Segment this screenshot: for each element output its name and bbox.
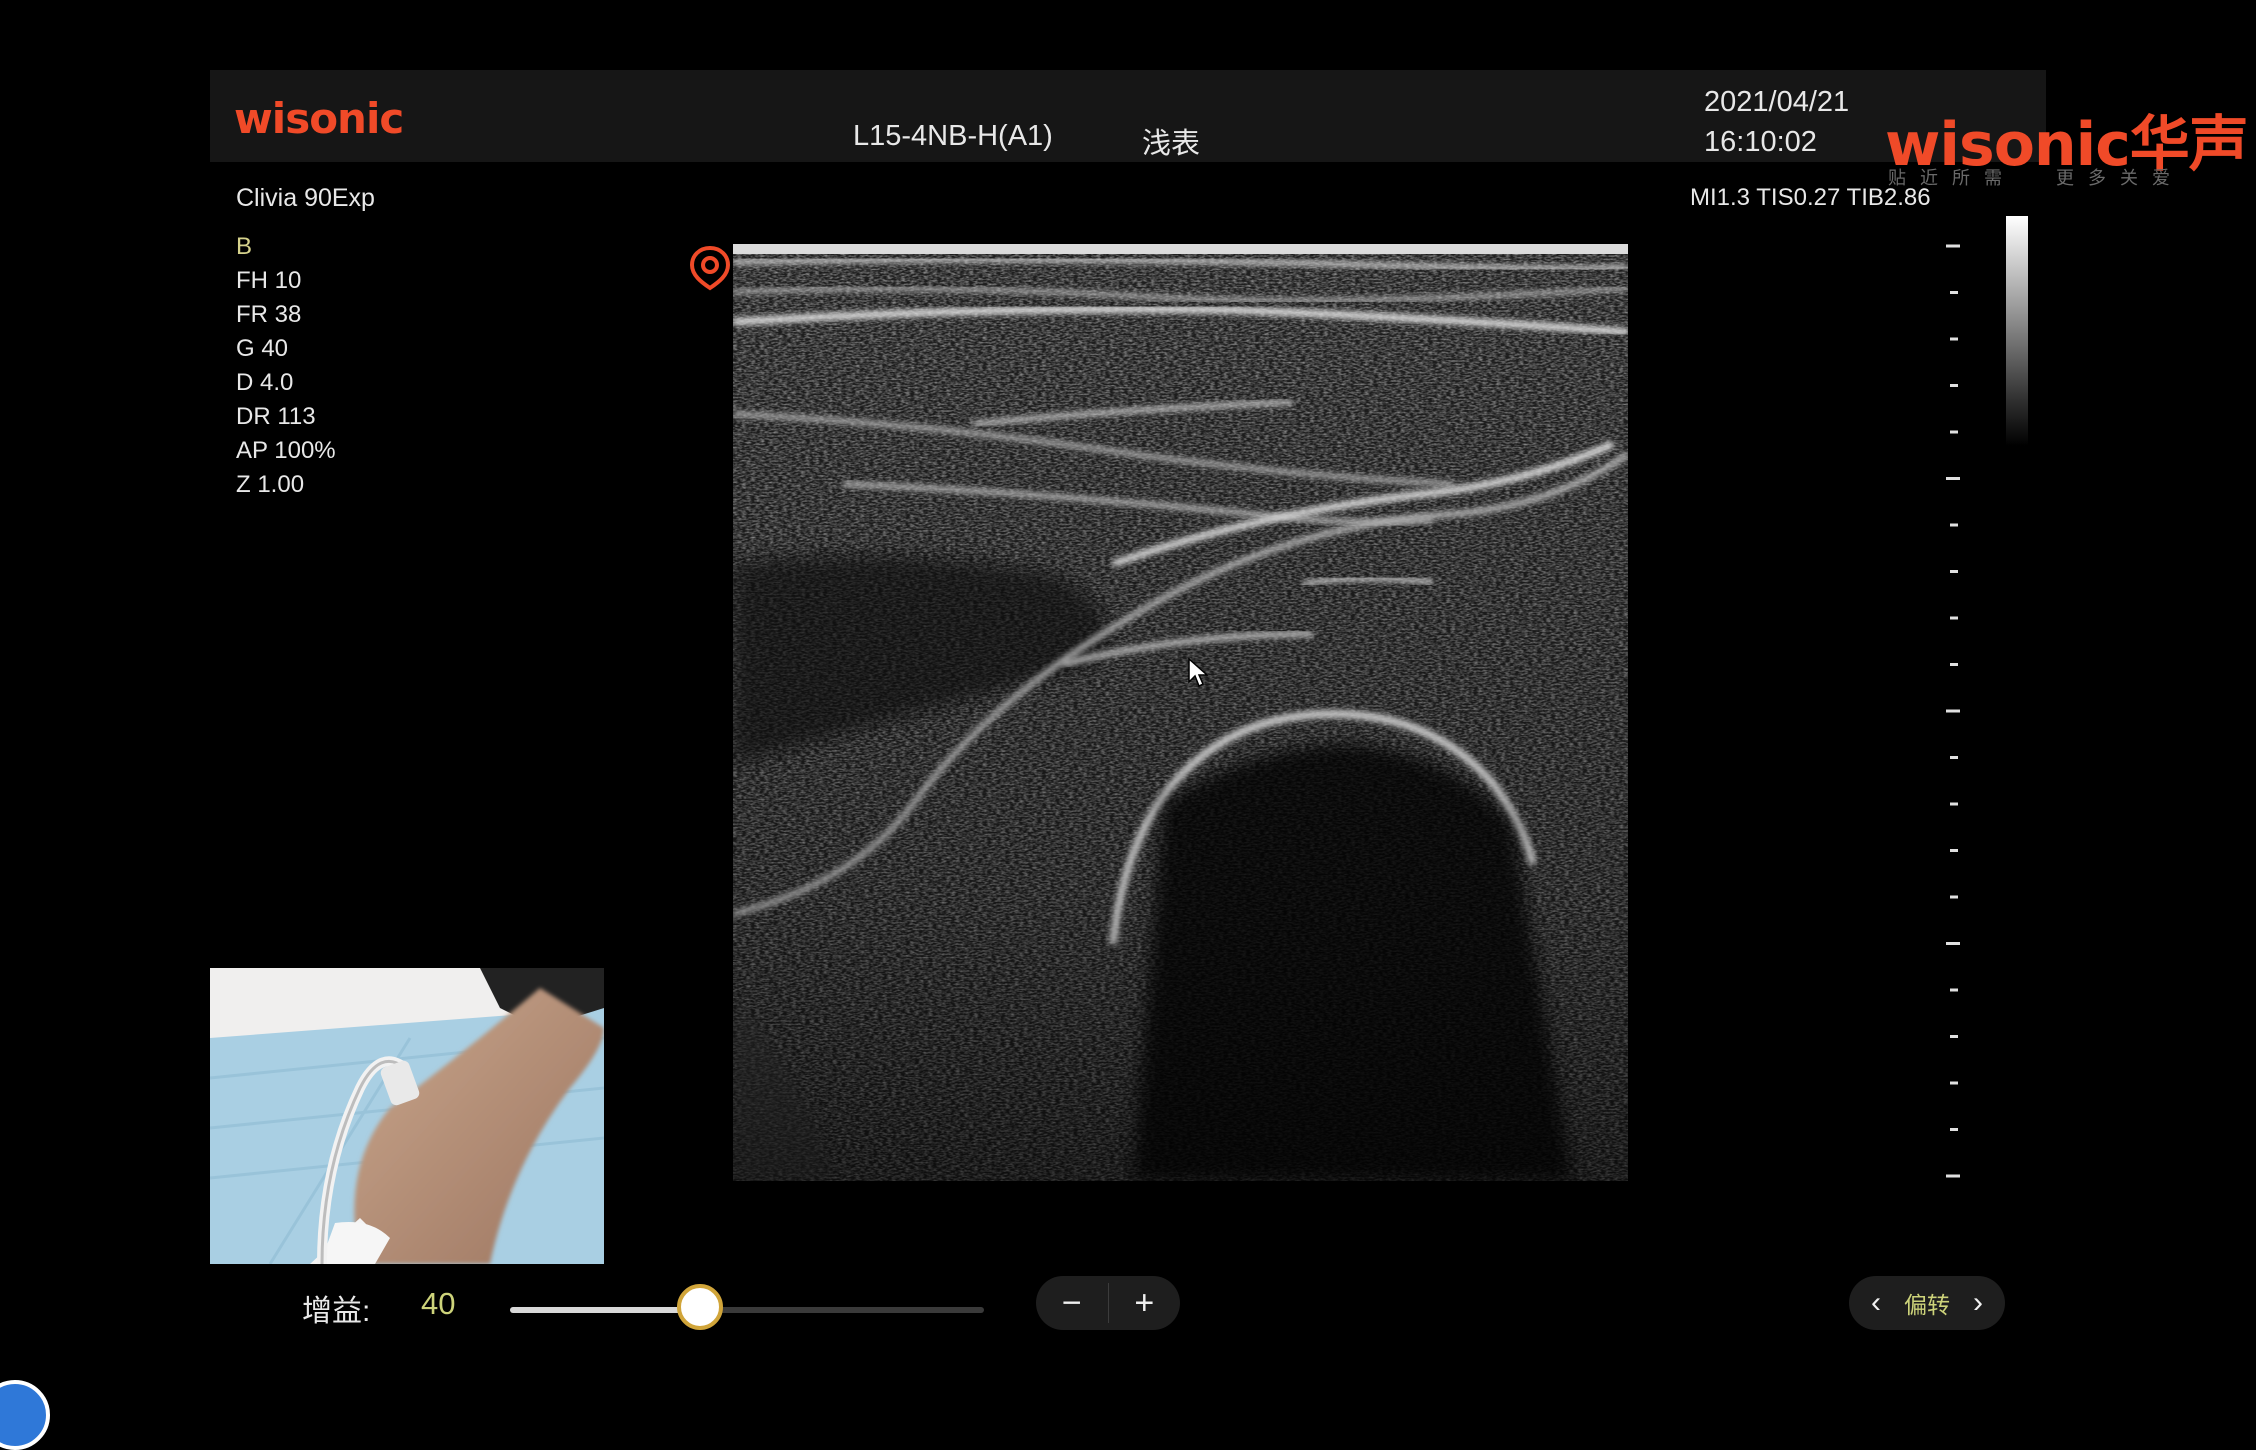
param-ap: AP 100% [236,437,336,464]
bmode-echo-pattern [733,244,1628,1181]
depth-tick [1950,756,1958,759]
depth-tick [1950,663,1958,666]
depth-tick [1946,477,1960,480]
gain-value: 40 [421,1286,456,1321]
depth-scale [1946,244,1960,1178]
increase-button[interactable]: + [1109,1276,1181,1330]
gain-slider[interactable] [510,1284,984,1330]
param-dr: DR 113 [236,403,316,430]
depth-tick [1950,430,1958,434]
device-model: Clivia 90Exp [236,184,375,212]
camera-feed-image [210,968,604,1264]
param-depth: D 4.0 [236,369,294,396]
probe-orientation-marker-icon [689,245,731,291]
depth-tick [1950,337,1958,341]
param-mode: B [236,233,253,260]
exam-preset: 浅表 [1142,128,1201,160]
ultrasound-screen: wisonic L15-4NB-H(A1) 浅表 2021/04/21 16:1… [0,0,2256,1450]
gray-scale-bar [2006,216,2028,446]
gain-slider-thumb[interactable] [677,1284,723,1330]
brand-slogan: 贴近所需 更多关爱 [1888,164,2184,190]
gain-slider-fill [510,1307,700,1313]
ultrasound-image[interactable] [733,244,1628,1181]
slogan-right: 更多关爱 [2056,168,2184,188]
depth-tick [1950,849,1958,852]
floating-assistant-icon[interactable] [0,1380,50,1450]
depth-tick [1950,988,1958,992]
steer-label: 偏转 [1904,1292,1950,1318]
depth-tick [1950,1035,1958,1038]
depth-tick [1950,1128,1958,1131]
depth-tick [1950,895,1958,899]
depth-tick [1946,709,1960,713]
date-label: 2021/04/21 [1704,86,1850,118]
depth-tick [1950,802,1958,806]
imaging-params: B FH 10 FR 38 G 40 D 4.0 DR 113 AP 100% … [236,230,336,502]
date-time: 2021/04/21 16:10:02 [1704,82,1849,162]
gain-stepper: − + [1036,1276,1180,1330]
decrease-button[interactable]: − [1036,1276,1108,1330]
safety-indices: MI1.3 TIS0.27 TIB2.86 [1690,184,1931,211]
probe-name: L15-4NB-H(A1) [853,120,1053,152]
depth-tick [1950,523,1958,527]
depth-tick [1950,616,1958,620]
param-fr: FR 38 [236,301,302,328]
steer-next-button[interactable]: › [1963,1286,1993,1320]
time-label: 16:10:02 [1704,126,1817,158]
param-zoom: Z 1.00 [236,471,305,498]
param-fh: FH 10 [236,267,302,294]
wisonic-logo: wisonic [234,94,404,143]
depth-tick [1946,244,1960,248]
steer-control: ‹ 偏转 › [1849,1276,2005,1330]
steer-prev-button[interactable]: ‹ [1861,1286,1891,1320]
depth-tick [1950,384,1958,387]
depth-tick [1950,1081,1958,1085]
depth-tick [1946,942,1960,945]
probe-camera-view[interactable] [210,968,604,1264]
param-gain: G 40 [236,335,289,362]
depth-tick [1946,1174,1960,1178]
mouse-pointer-icon [1188,658,1208,688]
depth-tick [1950,570,1958,573]
gain-label: 增益: [302,1295,371,1328]
depth-tick [1950,291,1958,294]
